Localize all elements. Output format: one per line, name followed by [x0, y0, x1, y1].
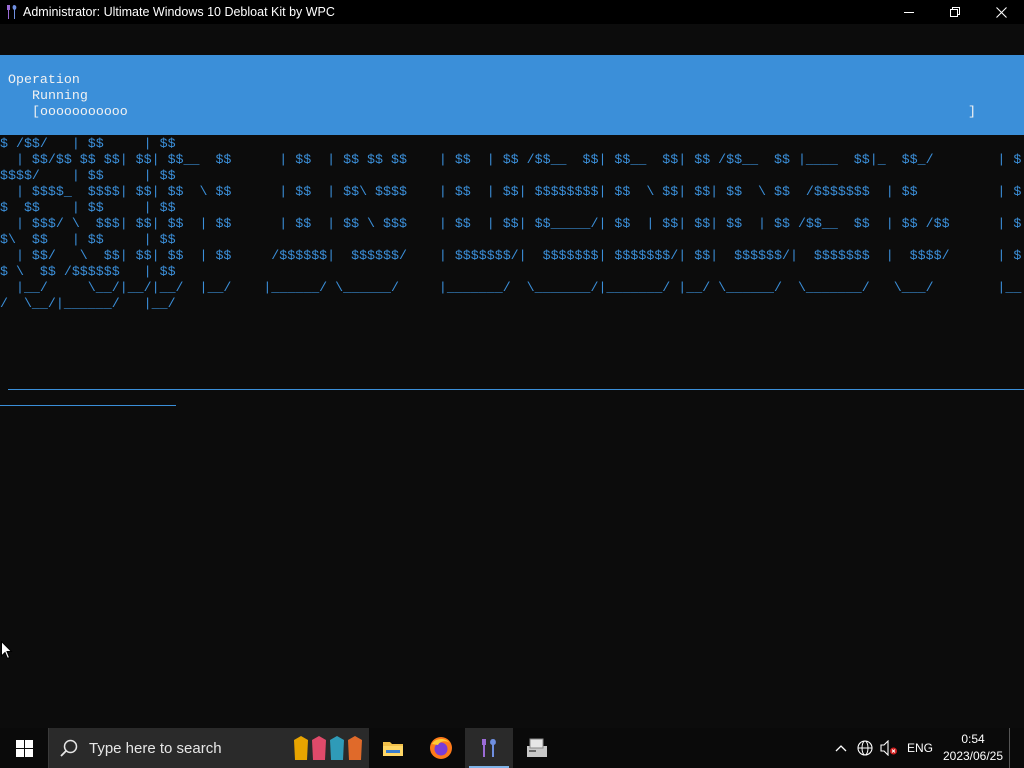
divider-line	[8, 389, 1024, 390]
clock-date: 2023/06/25	[942, 749, 1004, 763]
start-button[interactable]	[0, 728, 48, 768]
console-window[interactable]: Operation Running [ooooooooooo ] $ /$$/ …	[0, 24, 1024, 728]
mouse-pointer-icon	[0, 640, 13, 665]
debloat-kit-icon	[482, 739, 496, 757]
window-title: Administrator: Ultimate Windows 10 Deblo…	[23, 5, 335, 19]
progress-bar-end: ]	[968, 104, 976, 119]
progress-status: Running	[32, 88, 88, 103]
system-tray: ENG 0:54 2023/06/25	[829, 728, 1024, 768]
setup-computer-icon	[527, 738, 547, 757]
input-language-indicator[interactable]: ENG	[901, 741, 941, 755]
ascii-banner: $ /$$/ | $$ | $$ | $$/$$ $$ $$| $$| $$__…	[0, 136, 1022, 311]
search-placeholder: Type here to search	[89, 739, 222, 757]
close-icon	[995, 6, 1007, 18]
taskbar-file-explorer[interactable]	[369, 728, 417, 768]
show-desktop-button[interactable]	[1009, 728, 1024, 768]
title-bar[interactable]: Administrator: Ultimate Windows 10 Deblo…	[0, 0, 1024, 24]
clock[interactable]: 0:54 2023/06/25	[941, 731, 1005, 765]
network-button[interactable]	[853, 728, 877, 768]
progress-operation-label: Operation	[8, 72, 80, 87]
chevron-up-icon	[835, 745, 847, 752]
minimize-icon	[904, 12, 914, 13]
search-highlight-art-icon	[291, 734, 367, 762]
taskbar-debloat-kit[interactable]	[465, 728, 513, 768]
debloat-kit-app-icon	[3, 3, 21, 21]
close-button[interactable]	[978, 0, 1024, 24]
restore-button[interactable]	[932, 0, 978, 24]
globe-icon	[857, 740, 873, 756]
taskbar-setup-app[interactable]	[513, 728, 561, 768]
volume-muted-icon	[880, 740, 897, 756]
window-controls	[886, 0, 1024, 24]
firefox-icon	[430, 737, 452, 759]
restore-icon	[950, 7, 960, 17]
divider-line-short	[0, 405, 176, 406]
taskbar: Type here to search ENG 0:54 2023/06/25	[0, 728, 1024, 768]
show-hidden-icons-button[interactable]	[829, 728, 853, 768]
windows-logo-icon	[15, 739, 33, 757]
progress-panel: Operation Running [ooooooooooo ]	[0, 55, 1024, 135]
taskbar-firefox[interactable]	[417, 728, 465, 768]
file-explorer-icon	[383, 742, 403, 756]
clock-time: 0:54	[961, 732, 985, 746]
minimize-button[interactable]	[886, 0, 932, 24]
progress-bar: [ooooooooooo	[32, 104, 128, 119]
volume-button[interactable]	[877, 728, 901, 768]
search-box[interactable]: Type here to search	[48, 728, 369, 768]
search-icon	[49, 739, 89, 757]
